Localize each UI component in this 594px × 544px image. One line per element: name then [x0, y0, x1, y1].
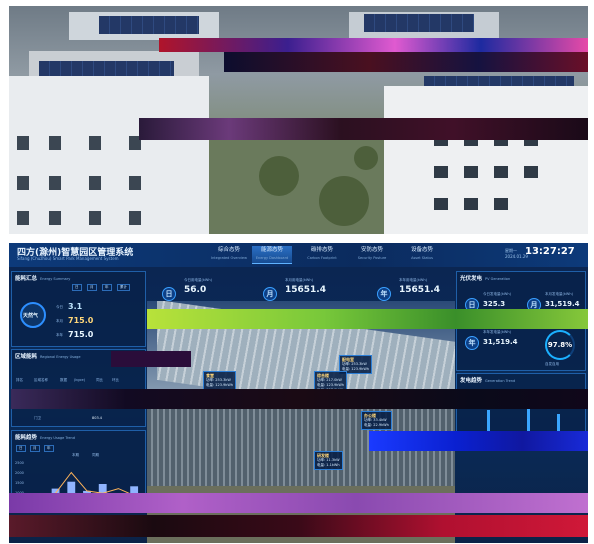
tab-security-posture[interactable]: 安防态势 Security Posture: [352, 246, 392, 264]
y-tick: 2000: [15, 471, 24, 475]
self-consumption-label: 自发自用: [545, 362, 559, 366]
panel-title: 能耗趋势 Energy Usage Trend: [15, 435, 75, 441]
glitch-band: [9, 515, 588, 537]
right-building: [384, 86, 588, 234]
period-chip-year[interactable]: 年: [44, 445, 54, 452]
page: 四方(滁州)智慧园区管理系统 Sifang (Chuzhou) Smart Pa…: [0, 0, 594, 544]
year-icon: 年: [465, 336, 479, 350]
tab-carbon-footprint[interactable]: 碳排态势 Carbon Footprint: [302, 246, 342, 264]
tab-energy-dashboard[interactable]: 能源态势 Energy Dashboard: [252, 246, 292, 264]
system-subtitle: Sifang (Chuzhou) Smart Park Management S…: [17, 256, 119, 261]
month-value: 715.0: [68, 316, 94, 325]
panel-title: 发电趋势 Generation Trend: [460, 378, 516, 384]
glitch-band: [147, 309, 588, 329]
energy-summary-panel: 能耗汇总 Energy Summary 日 月 年 累计 天然气 今日 3.1 本…: [11, 271, 146, 347]
glitch-band: [9, 493, 588, 513]
legend-current: 本期: [72, 453, 79, 457]
solar-panel-array: [364, 14, 474, 32]
period-chip-day[interactable]: 日: [16, 445, 26, 452]
panel-title: 区域能耗 Regional Energy Usage: [15, 354, 81, 360]
gas-gauge-label: 天然气: [23, 313, 39, 319]
top-bar: 四方(滁州)智慧园区管理系统 Sifang (Chuzhou) Smart Pa…: [9, 243, 588, 267]
solar-panel-array: [99, 16, 199, 34]
glitch-band: [111, 351, 191, 367]
glitch-band: [159, 38, 588, 52]
y-tick: 2500: [15, 461, 24, 465]
building-tag[interactable]: 办公楼 功率: 33.4kW 电量: 22.9kWh: [361, 411, 392, 430]
self-consumption-gauge: 97.8%: [545, 330, 575, 360]
panel-title: 能耗汇总 Energy Summary: [15, 276, 71, 282]
panel-title: 光伏发电 PV Generation: [460, 276, 511, 282]
tree: [259, 156, 299, 196]
month-icon: 月: [263, 287, 277, 301]
year-value: 715.0: [68, 330, 94, 339]
dashboard-screenshot: 四方(滁州)智慧园区管理系统 Sifang (Chuzhou) Smart Pa…: [9, 243, 588, 543]
y-tick: 1500: [15, 481, 24, 485]
pv-year-value: 31,519.4: [483, 338, 518, 346]
tab-integrated-overview[interactable]: 综合态势 Integrated Overview: [209, 246, 249, 264]
tree: [319, 176, 369, 226]
building-tag[interactable]: 食堂 功率: 253.3kW 电量: 123.9kWh: [203, 371, 237, 390]
kpi-value: 15651.4: [285, 285, 326, 295]
glitch-band: [369, 431, 588, 451]
table-row[interactable]: 803.4: [92, 416, 102, 420]
row-label: 本年: [56, 333, 63, 337]
period-chip-day[interactable]: 日: [72, 284, 82, 291]
kpi-value: 56.0: [184, 285, 207, 295]
year-icon: 年: [377, 287, 391, 301]
row-label: 今日: [56, 305, 63, 309]
legend-previous: 同期: [92, 453, 99, 457]
glitch-band: [139, 118, 588, 140]
today-value: 3.1: [68, 302, 83, 311]
pv-month-value: 31,519.4: [545, 300, 580, 308]
day-icon: 日: [162, 287, 176, 301]
pv-day-value: 325.3: [483, 300, 506, 308]
building-tag[interactable]: 研发楼 功率: 11.3kW 电量: 1.1kWh: [314, 451, 343, 470]
period-chip-total[interactable]: 累计: [117, 284, 130, 291]
tree: [354, 146, 378, 170]
glitch-band: [11, 389, 588, 409]
left-building: [9, 76, 209, 234]
glitch-band: [224, 52, 588, 72]
tab-asset-status[interactable]: 设备态势 Asset Status: [402, 246, 442, 264]
period-chip-month[interactable]: 月: [30, 445, 40, 452]
aerial-photo: [9, 6, 588, 234]
table-row[interactable]: 门卫: [34, 416, 41, 421]
period-chip-year[interactable]: 年: [102, 284, 112, 291]
period-chip-month[interactable]: 月: [87, 284, 97, 291]
kpi-value: 15651.4: [399, 285, 440, 295]
clock: 13:27:27: [525, 246, 575, 257]
row-label: 本月: [56, 319, 63, 323]
